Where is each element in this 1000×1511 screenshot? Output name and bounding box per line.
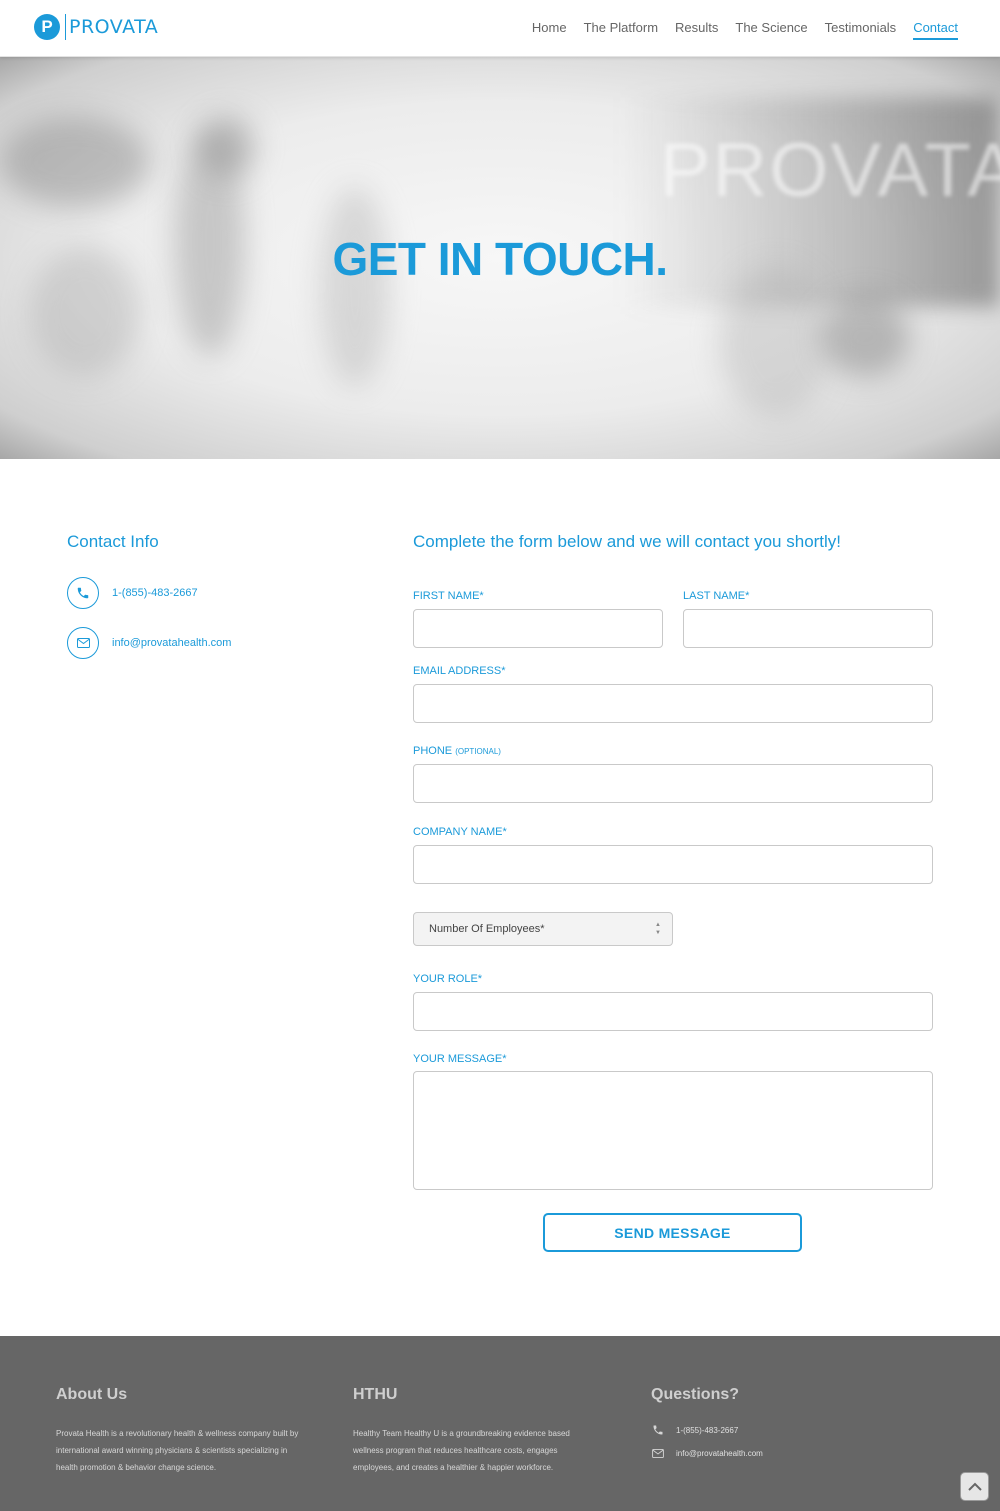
hero-blur-shape [320, 187, 390, 387]
first-name-label: FIRST NAME* [413, 590, 484, 602]
envelope-icon [67, 627, 99, 659]
logo-mark-icon: P [34, 14, 60, 40]
last-name-input[interactable] [683, 609, 933, 648]
phone-label-text: PHONE [413, 745, 453, 757]
form-title: Complete the form below and we will cont… [413, 532, 842, 551]
hero-blur-shape [820, 297, 910, 377]
employees-select-value: Number Of Employees* [429, 923, 545, 935]
email-input[interactable] [413, 684, 933, 723]
hero-banner: PROVATA GET IN TOUCH. [0, 57, 1000, 459]
footer-phone-row[interactable]: 1-(855)-483-2667 [651, 1424, 738, 1436]
phone-icon [651, 1424, 665, 1436]
envelope-icon [651, 1449, 665, 1458]
phone-input[interactable] [413, 764, 933, 803]
nav-contact[interactable]: Contact [913, 20, 958, 40]
nav-home[interactable]: Home [532, 20, 567, 40]
phone-icon [67, 577, 99, 609]
contact-info-title: Contact Info [67, 532, 159, 551]
employees-select[interactable]: Number Of Employees* ▲ ▼ [413, 912, 673, 946]
hero-blur-shape [0, 117, 150, 207]
role-input[interactable] [413, 992, 933, 1031]
scroll-to-top-button[interactable] [960, 1472, 989, 1501]
nav-testimonials[interactable]: Testimonials [825, 20, 897, 40]
select-arrows-icon: ▲ ▼ [655, 922, 661, 936]
footer-email-row[interactable]: info@provatahealth.com [651, 1449, 763, 1458]
main-nav: Home The Platform Results The Science Te… [532, 20, 958, 40]
first-name-input[interactable] [413, 609, 663, 648]
hero-blur-shape [720, 267, 830, 417]
footer-about-text: Provata Health is a revolutionary health… [56, 1429, 299, 1472]
phone-label: PHONE (OPTIONAL) [413, 745, 501, 757]
send-message-button[interactable]: SEND MESSAGE [543, 1213, 802, 1252]
chevron-up-icon [967, 1482, 982, 1491]
provata-logo[interactable]: P PROVATA [34, 14, 158, 40]
footer-hthu-text: Healthy Team Healthy U is a groundbreaki… [353, 1429, 570, 1472]
nav-results[interactable]: Results [675, 20, 718, 40]
footer-email-text[interactable]: info@provatahealth.com [676, 1449, 763, 1458]
footer-hthu-title: HTHU [353, 1386, 398, 1403]
nav-the-science[interactable]: The Science [735, 20, 807, 40]
message-label: YOUR MESSAGE* [413, 1053, 507, 1065]
site-header: P PROVATA Home The Platform Results The … [0, 0, 1000, 57]
company-name-label: COMPANY NAME* [413, 826, 507, 838]
hero-watermark-text: PROVATA [659, 128, 1000, 213]
footer-phone-text[interactable]: 1-(855)-483-2667 [676, 1426, 738, 1435]
contact-phone-text[interactable]: 1-(855)-483-2667 [112, 587, 198, 599]
footer-about-title: About Us [56, 1386, 128, 1403]
contact-email-row[interactable]: info@provatahealth.com [67, 627, 231, 659]
contact-phone-row[interactable]: 1-(855)-483-2667 [67, 577, 198, 609]
nav-the-platform[interactable]: The Platform [584, 20, 658, 40]
contact-email-text[interactable]: info@provatahealth.com [112, 637, 231, 649]
hero-title: GET IN TOUCH. [332, 233, 668, 285]
footer-questions-title: Questions? [651, 1386, 740, 1403]
phone-optional-text: (OPTIONAL) [455, 747, 501, 756]
role-label: YOUR ROLE* [413, 973, 483, 985]
email-label: EMAIL ADDRESS* [413, 665, 506, 677]
company-name-input[interactable] [413, 845, 933, 884]
last-name-label: LAST NAME* [683, 590, 750, 602]
site-footer: About Us Provata Health is a revolutiona… [0, 1336, 1000, 1511]
message-textarea[interactable] [413, 1071, 933, 1190]
logo-text: PROVATA [69, 16, 159, 38]
logo-divider [65, 14, 66, 40]
hero-blur-shape [200, 117, 255, 177]
